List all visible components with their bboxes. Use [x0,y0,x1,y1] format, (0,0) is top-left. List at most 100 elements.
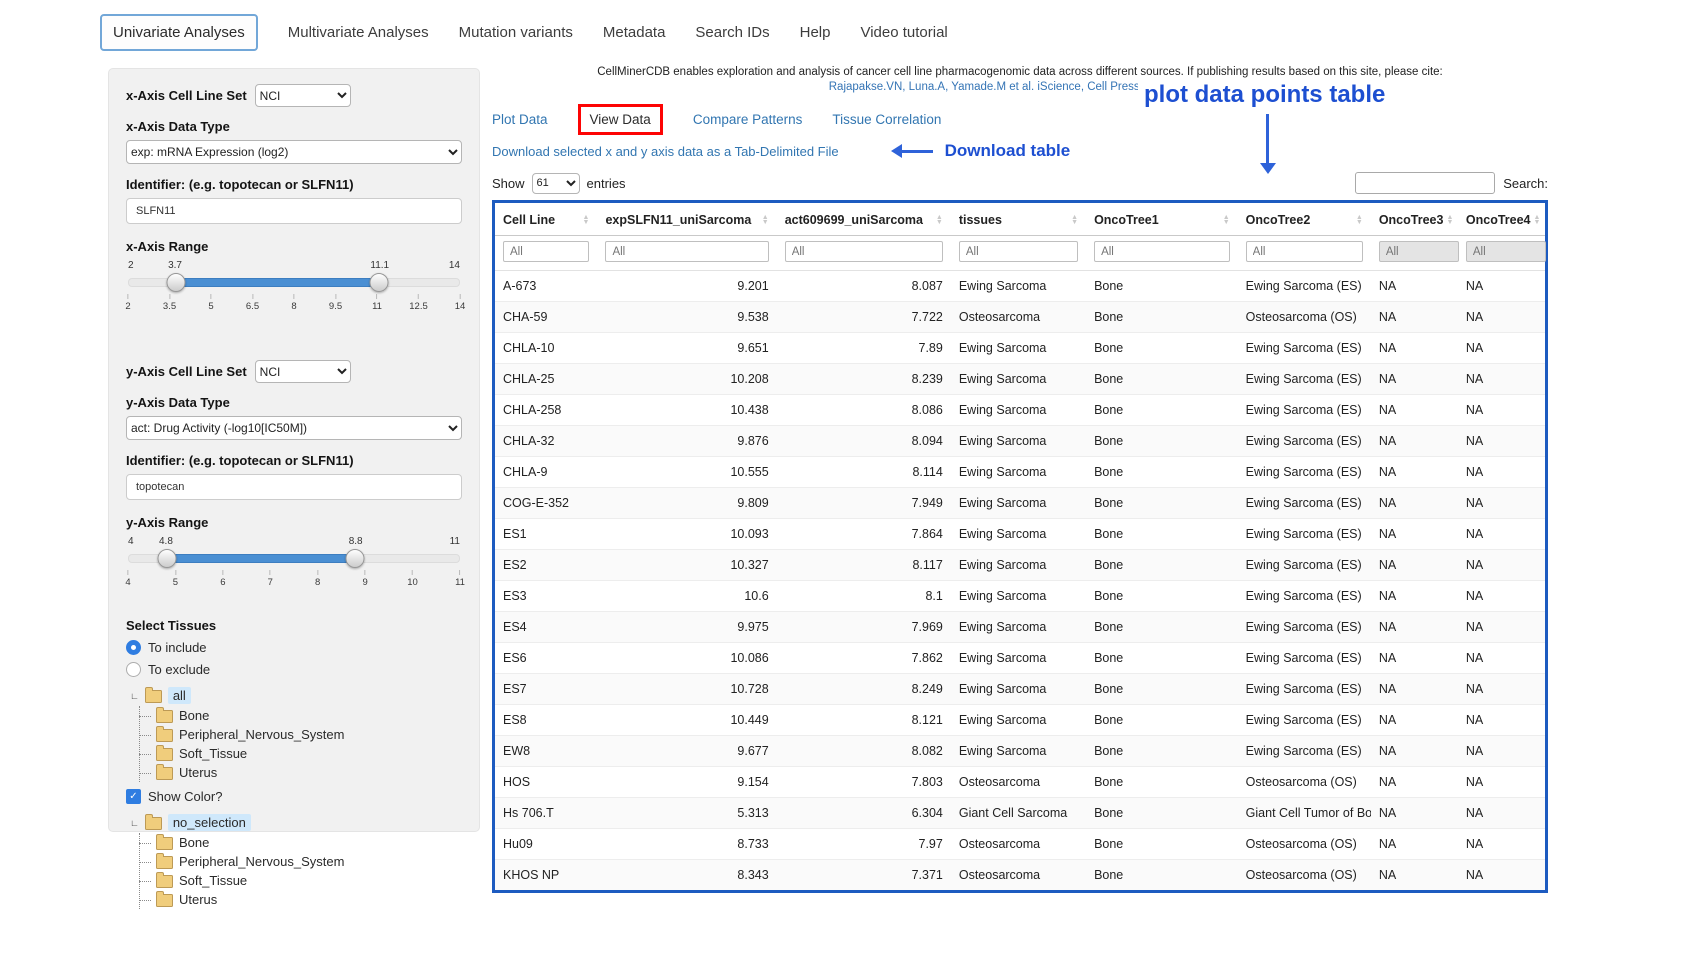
tree-root-label[interactable]: all [168,687,191,704]
slider-tick: 5 [208,294,213,312]
column-header-cell-line[interactable]: Cell Line▲▼ [495,203,597,236]
to-exclude-radio[interactable] [126,662,141,677]
y-identifier-input[interactable] [126,474,462,500]
tree-item-uterus[interactable]: Uterus [140,890,462,909]
tree-root-row[interactable]: ∟all [130,687,462,704]
nav-tab-video-tutorial[interactable]: Video tutorial [860,24,947,41]
tree-item-label: Bone [179,835,209,850]
table-cell: Osteosarcoma [951,767,1086,798]
table-cell: Osteosarcoma (OS) [1238,860,1371,891]
column-filter-cell-line[interactable] [503,241,589,262]
y-identifier-label: Identifier: (e.g. topotecan or SLFN11) [126,453,462,468]
table-cell: Ewing Sarcoma [951,736,1086,767]
column-header-oncotree1[interactable]: OncoTree1▲▼ [1086,203,1238,236]
folder-icon [156,710,173,723]
tree-item-label: Uterus [179,765,217,780]
entries-select[interactable]: 61 [532,173,580,194]
x-cell-line-set-select[interactable]: NCI [255,84,351,107]
table-cell: NA [1371,519,1458,550]
column-header-oncotree2[interactable]: OncoTree2▲▼ [1238,203,1371,236]
slider-tick: 10 [407,570,418,588]
table-cell: Ewing Sarcoma [951,426,1086,457]
table-cell: 7.371 [777,860,951,891]
search-input[interactable] [1355,172,1495,194]
table-cell: 9.677 [597,736,776,767]
x-data-type-select[interactable]: exp: mRNA Expression (log2) [126,140,462,164]
table-cell: 5.313 [597,798,776,829]
tree-item-peripheral-nervous-system[interactable]: Peripheral_Nervous_System [140,725,462,744]
nav-tab-search-ids[interactable]: Search IDs [695,24,769,41]
tree-root-label[interactable]: no_selection [168,814,251,831]
y-data-type-select[interactable]: act: Drug Activity (-log10[IC50M]) [126,416,462,440]
annotation-down-arrow [1266,114,1269,164]
y-axis-range-slider[interactable]: 4 4.8 8.8 11 4567891011 [128,536,460,590]
table-cell: NA [1371,395,1458,426]
table-row: Hs 706.T5.3136.304Giant Cell SarcomaBone… [495,798,1545,829]
y-range-track[interactable] [128,554,460,563]
column-header-oncotree3[interactable]: OncoTree3▲▼ [1371,203,1458,236]
show-color-checkbox[interactable]: ✓ [126,789,141,804]
tab-compare-patterns[interactable]: Compare Patterns [693,112,803,127]
page: Univariate Analyses Multivariate Analyses… [0,0,1700,956]
to-include-radio[interactable] [126,640,141,655]
table-row: HOS9.1547.803OsteosarcomaBoneOsteosarcom… [495,767,1545,798]
tab-plot-data[interactable]: Plot Data [492,112,548,127]
column-filter-tissues[interactable] [959,241,1078,262]
x-range-track[interactable] [128,278,460,287]
tree-caret-icon: ∟ [130,818,139,828]
column-header-oncotree4[interactable]: OncoTree4▲▼ [1458,203,1545,236]
download-link[interactable]: Download selected x and y axis data as a… [492,144,839,159]
tree-root-row[interactable]: ∟ no_selection [130,814,462,831]
table-cell: Ewing Sarcoma [951,674,1086,705]
nav-tab-help[interactable]: Help [800,24,831,41]
y-range-low-handle[interactable] [157,549,176,568]
table-cell: 8.343 [597,860,776,891]
nav-tab-metadata[interactable]: Metadata [603,24,666,41]
nav-tab-univariate-analyses[interactable]: Univariate Analyses [100,14,258,51]
folder-icon [156,856,173,869]
table-cell: NA [1371,798,1458,829]
tree-item-bone[interactable]: Bone [140,833,462,852]
column-filter-oncotree1[interactable] [1094,241,1230,262]
table-cell: NA [1458,860,1545,891]
table-cell: NA [1371,333,1458,364]
column-header-expslfn11-unisarcoma[interactable]: expSLFN11_uniSarcoma▲▼ [597,203,776,236]
tab-tissue-correlation[interactable]: Tissue Correlation [832,112,941,127]
tab-view-data[interactable]: View Data [590,112,651,127]
column-filter-expslfn11-unisarcoma[interactable] [605,241,768,262]
y-cell-line-set-label: y-Axis Cell Line Set [126,364,247,379]
y-cell-line-set-select[interactable]: NCI [255,360,351,383]
table-cell: 8.733 [597,829,776,860]
tree-item-soft-tissue[interactable]: Soft_Tissue [140,744,462,763]
tree-item-uterus[interactable]: Uterus [140,763,462,782]
column-header-act609699-unisarcoma[interactable]: act609699_uniSarcoma▲▼ [777,203,951,236]
sidebar-panel: x-Axis Cell Line Set NCI x-Axis Data Typ… [108,68,480,832]
x-identifier-input[interactable] [126,198,462,224]
slider-tick: 6 [220,570,225,588]
column-filter-oncotree2[interactable] [1246,241,1363,262]
x-range-high-handle[interactable] [370,273,389,292]
table-cell: NA [1458,333,1545,364]
x-range-low-handle[interactable] [166,273,185,292]
tree-item-soft-tissue[interactable]: Soft_Tissue [140,871,462,890]
table-cell: Bone [1086,581,1238,612]
nav-tab-mutation-variants[interactable]: Mutation variants [459,24,573,41]
tree-item-bone[interactable]: Bone [140,706,462,725]
table-cell: Bone [1086,550,1238,581]
nav-tab-multivariate-analyses[interactable]: Multivariate Analyses [288,24,429,41]
table-cell: NA [1458,643,1545,674]
table-cell: Ewing Sarcoma (ES) [1238,550,1371,581]
table-cell: Ewing Sarcoma (ES) [1238,488,1371,519]
y-range-high-handle[interactable] [346,549,365,568]
column-filter-oncotree4[interactable] [1466,241,1546,262]
tree-item-label: Uterus [179,892,217,907]
x-axis-range-slider[interactable]: 2 3.7 11.1 14 23.556.589.51112.514 [128,260,460,314]
column-header-tissues[interactable]: tissues▲▼ [951,203,1086,236]
column-filter-oncotree3[interactable] [1379,241,1459,262]
table-cell: CHLA-32 [495,426,597,457]
table-cell: NA [1371,705,1458,736]
table-cell: NA [1371,302,1458,333]
table-cell: 7.969 [777,612,951,643]
column-filter-act609699-unisarcoma[interactable] [785,241,943,262]
tree-item-peripheral-nervous-system[interactable]: Peripheral_Nervous_System [140,852,462,871]
